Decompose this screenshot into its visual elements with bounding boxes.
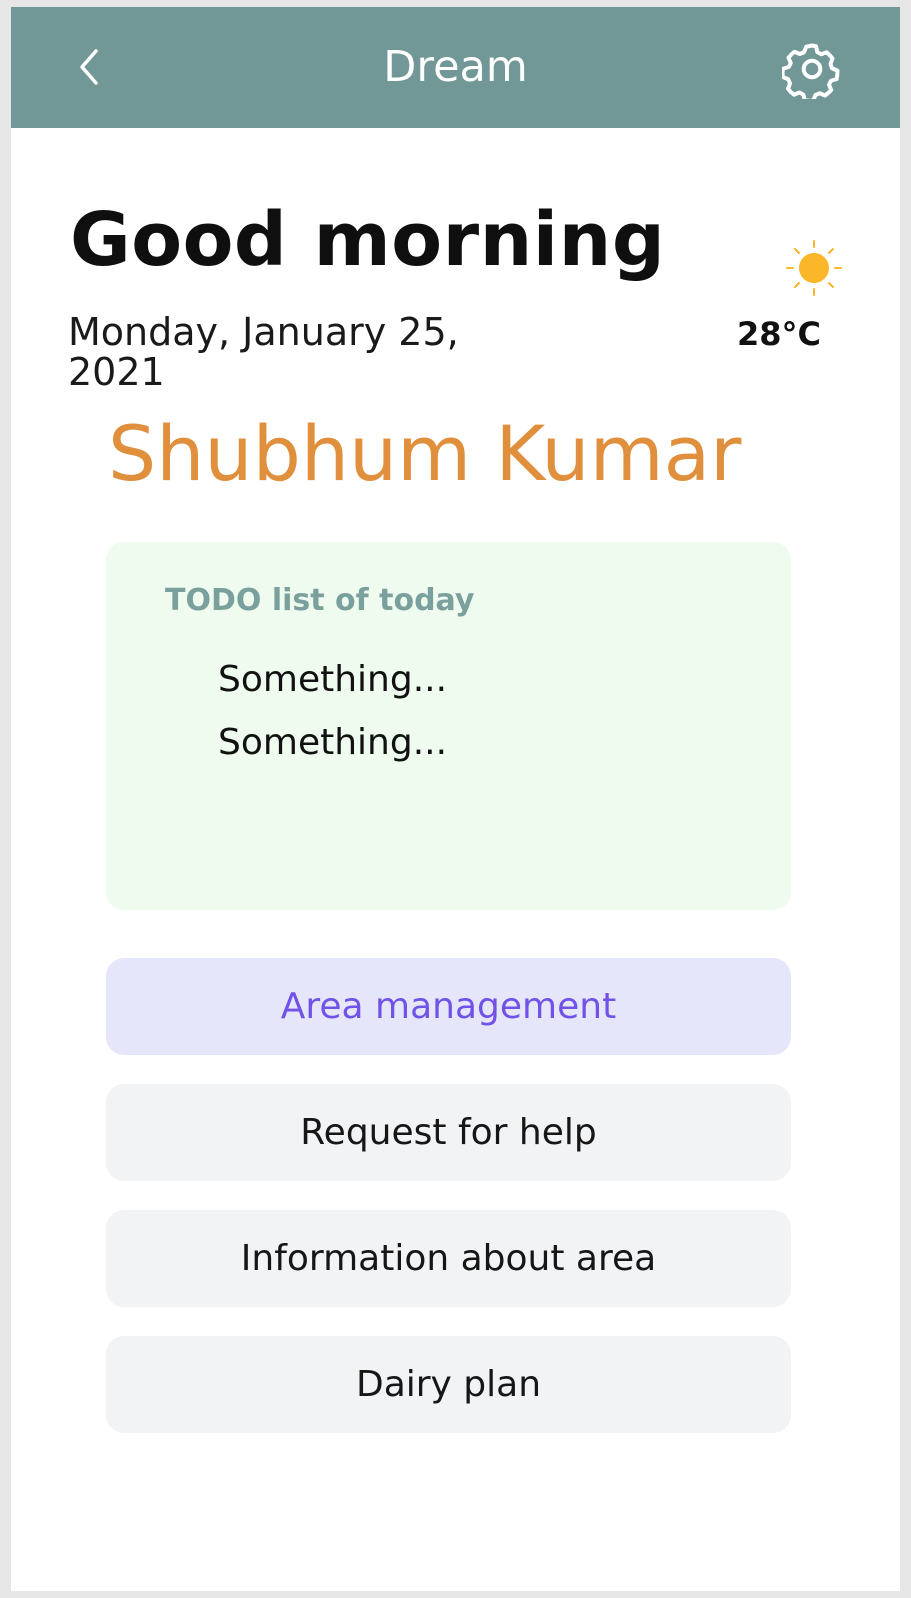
area-management-button[interactable]: Area management bbox=[106, 958, 791, 1055]
back-button[interactable] bbox=[61, 37, 121, 97]
settings-button[interactable] bbox=[781, 38, 843, 100]
todo-heading: TODO list of today bbox=[165, 583, 475, 618]
area-information-button[interactable]: Information about area bbox=[106, 1210, 791, 1307]
temperature: 28°C bbox=[737, 315, 822, 353]
app-title: Dream bbox=[383, 42, 528, 92]
sun-icon bbox=[786, 240, 842, 296]
gear-icon bbox=[782, 43, 840, 99]
current-date: Monday, January 25, 2021 bbox=[68, 310, 459, 394]
todo-card: TODO list of today Something... Somethin… bbox=[106, 542, 791, 910]
todo-item[interactable]: Something... bbox=[218, 711, 447, 774]
app-screen: Dream Good morning Monday, January 25, 2… bbox=[11, 7, 900, 1591]
chevron-left-icon bbox=[80, 49, 98, 85]
greeting-title: Good morning bbox=[70, 197, 666, 283]
user-name: Shubhum Kumar bbox=[108, 409, 742, 498]
dairy-plan-button[interactable]: Dairy plan bbox=[106, 1336, 791, 1433]
todo-list: Something... Something... bbox=[218, 648, 447, 774]
todo-item[interactable]: Something... bbox=[218, 648, 447, 711]
request-help-button[interactable]: Request for help bbox=[106, 1084, 791, 1181]
app-bar: Dream bbox=[11, 7, 900, 128]
